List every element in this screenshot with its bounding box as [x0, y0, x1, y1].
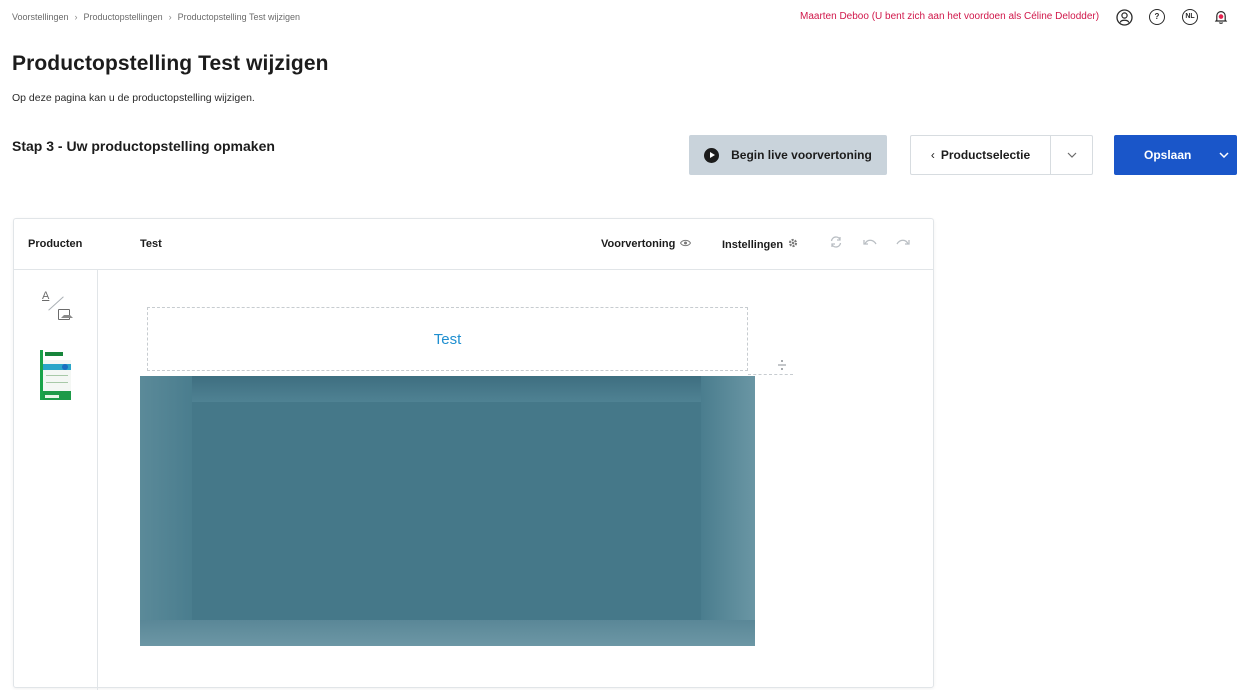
shelf-bottom-face	[140, 620, 755, 646]
settings-toggle[interactable]: Instellingen	[722, 238, 798, 251]
step-title: Stap 3 - Uw productopstelling opmaken	[12, 138, 275, 154]
live-preview-button[interactable]: Begin live voorvertoning	[689, 135, 887, 175]
language-label: NL	[1182, 9, 1198, 25]
page-title: Productopstelling Test wijzigen	[12, 52, 329, 75]
play-icon	[704, 147, 720, 163]
previous-step-label: Productselectie	[940, 148, 1031, 162]
display-header-dropzone[interactable]: Test	[147, 307, 748, 371]
thumbnail-text-lines	[46, 375, 68, 383]
previous-step-button[interactable]: ‹ Productselectie	[911, 136, 1051, 174]
thumbnail-logo	[45, 352, 63, 356]
display-shelf[interactable]	[140, 376, 755, 646]
shelf-left-face	[140, 376, 192, 646]
settings-label: Instellingen	[722, 238, 784, 251]
preview-label: Voorvertoning	[601, 238, 676, 250]
breadcrumb-voorstellingen[interactable]: Voorstellingen	[12, 12, 69, 22]
editor-panel: Producten Test Voorvertoning Instellinge…	[13, 218, 934, 690]
save-label: Opslaan	[1144, 148, 1192, 162]
product-thumbnail[interactable]	[40, 350, 71, 400]
previous-step-dropdown[interactable]	[1051, 136, 1092, 174]
breadcrumb: Voorstellingen › Productopstellingen › P…	[12, 12, 300, 22]
resize-guide-line	[748, 374, 793, 375]
impersonate-user-icon[interactable]	[1115, 8, 1133, 26]
breadcrumb-current: Productopstelling Test wijzigen	[177, 12, 301, 22]
language-icon[interactable]: NL	[1181, 8, 1199, 26]
resize-handle-icon[interactable]	[777, 359, 787, 371]
shelf-top-face	[140, 376, 755, 402]
refresh-icon[interactable]	[829, 235, 843, 252]
text-glyph-icon: A	[42, 290, 50, 302]
save-dropdown-chevron-icon[interactable]	[1219, 150, 1229, 161]
preview-toggle[interactable]: Voorvertoning	[601, 238, 692, 250]
breadcrumb-separator: ›	[168, 12, 172, 22]
chevron-left-icon: ‹	[930, 148, 935, 162]
impersonation-notice[interactable]: Maarten Deboo (U bent zich aan het voord…	[800, 11, 1099, 22]
previous-step-button-group: ‹ Productselectie	[910, 135, 1093, 175]
thumbnail-dot	[62, 364, 68, 370]
editor-header: Producten Test Voorvertoning Instellinge…	[14, 219, 933, 270]
products-tab[interactable]: Producten	[28, 238, 82, 250]
help-icon-glyph: ?	[1149, 9, 1165, 25]
help-icon[interactable]: ?	[1148, 8, 1166, 26]
shelf-right-face	[701, 376, 755, 646]
display-header-block[interactable]: Test	[140, 299, 755, 376]
notifications-bell-icon[interactable]	[1212, 8, 1230, 26]
chevron-down-icon	[1067, 152, 1076, 158]
image-glyph-icon	[58, 309, 73, 320]
redo-icon[interactable]	[895, 235, 911, 251]
eye-icon	[680, 239, 692, 250]
thumbnail-green-label	[45, 395, 59, 398]
gear-icon	[788, 238, 798, 251]
breadcrumb-separator: ›	[74, 12, 78, 22]
products-sidebar: A	[14, 270, 98, 690]
text-image-element-icon[interactable]: A	[40, 290, 73, 322]
breadcrumb-productopstellingen[interactable]: Productopstellingen	[84, 12, 163, 22]
live-preview-label: Begin live voorvertoning	[731, 148, 872, 162]
display-canvas: Test	[140, 299, 793, 647]
display-name: Test	[140, 238, 162, 250]
save-button[interactable]: Opslaan	[1114, 135, 1237, 175]
shelf-inner-area[interactable]	[192, 402, 701, 620]
undo-icon[interactable]	[862, 235, 878, 251]
display-header-text[interactable]: Test	[434, 331, 462, 348]
page-subtitle: Op deze pagina kan u de productopstellin…	[12, 92, 255, 104]
